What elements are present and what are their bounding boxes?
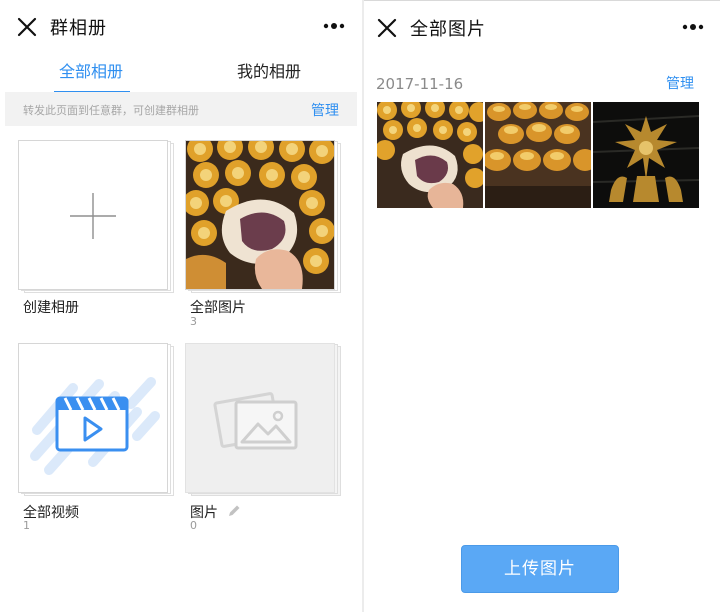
all-photos-cover: [185, 140, 335, 290]
album-name-create: 创建相册: [23, 300, 79, 316]
manage-albums-link[interactable]: 管理: [311, 100, 339, 120]
close-icon[interactable]: [374, 15, 400, 41]
page-title: 群相册: [50, 18, 107, 39]
album-tabs: 全部相册 我的相册: [0, 56, 362, 93]
photo-date-header: 2017-11-16: [376, 75, 464, 93]
photo-thumbnail-2[interactable]: [485, 102, 591, 208]
album-count-images: 0: [190, 519, 197, 532]
album-count-all-videos: 1: [23, 519, 30, 532]
egg-yolk-pastries-photo: [485, 102, 591, 208]
right-top-bar: 全部图片: [364, 1, 720, 55]
album-name-all-videos: 全部视频: [23, 505, 79, 521]
group-albums-panel: 群相册 全部相册 我的相册 转发此页面到任意群，可创建群相册 管理 创建相册 全…: [0, 0, 362, 612]
left-top-bar: 群相册: [0, 0, 362, 54]
image-placeholder-icon: [213, 392, 298, 450]
tab-my-albums[interactable]: 我的相册: [237, 58, 301, 82]
all-videos-cover: [18, 343, 168, 493]
mooncake-hand-photo: [377, 102, 483, 208]
mooncake-cover-photo: [186, 141, 334, 289]
video-icon: [30, 377, 160, 475]
album-name-all-photos: 全部图片: [190, 300, 246, 316]
all-photos-panel: 全部图片 2017-11-16 管理 上传图片: [364, 0, 720, 613]
tab-all-albums[interactable]: 全部相册: [59, 58, 123, 82]
edit-pencil-icon[interactable]: [226, 503, 242, 519]
manage-photos-link[interactable]: 管理: [666, 73, 694, 93]
all-videos-album-card[interactable]: [18, 343, 176, 496]
share-tip-text: 转发此页面到任意群，可创建群相册: [23, 104, 199, 117]
images-album-cover: [185, 343, 335, 493]
plus-icon: [70, 193, 116, 239]
upload-photos-button[interactable]: 上传图片: [461, 545, 619, 593]
share-tip-bar: 转发此页面到任意群，可创建群相册 管理: [5, 92, 357, 126]
page-title: 全部图片: [410, 19, 486, 40]
album-count-all-photos: 3: [190, 315, 197, 328]
golden-figure-photo: [593, 102, 699, 208]
photo-thumbnail-1[interactable]: [377, 102, 483, 208]
create-album-card[interactable]: [18, 140, 176, 293]
photo-thumbnail-3[interactable]: [593, 102, 699, 208]
more-icon[interactable]: [679, 19, 709, 35]
close-icon[interactable]: [14, 14, 40, 40]
create-album-tile: [18, 140, 168, 290]
more-icon[interactable]: [320, 18, 350, 34]
all-photos-album-card[interactable]: [185, 140, 343, 293]
images-album-card[interactable]: [185, 343, 343, 496]
